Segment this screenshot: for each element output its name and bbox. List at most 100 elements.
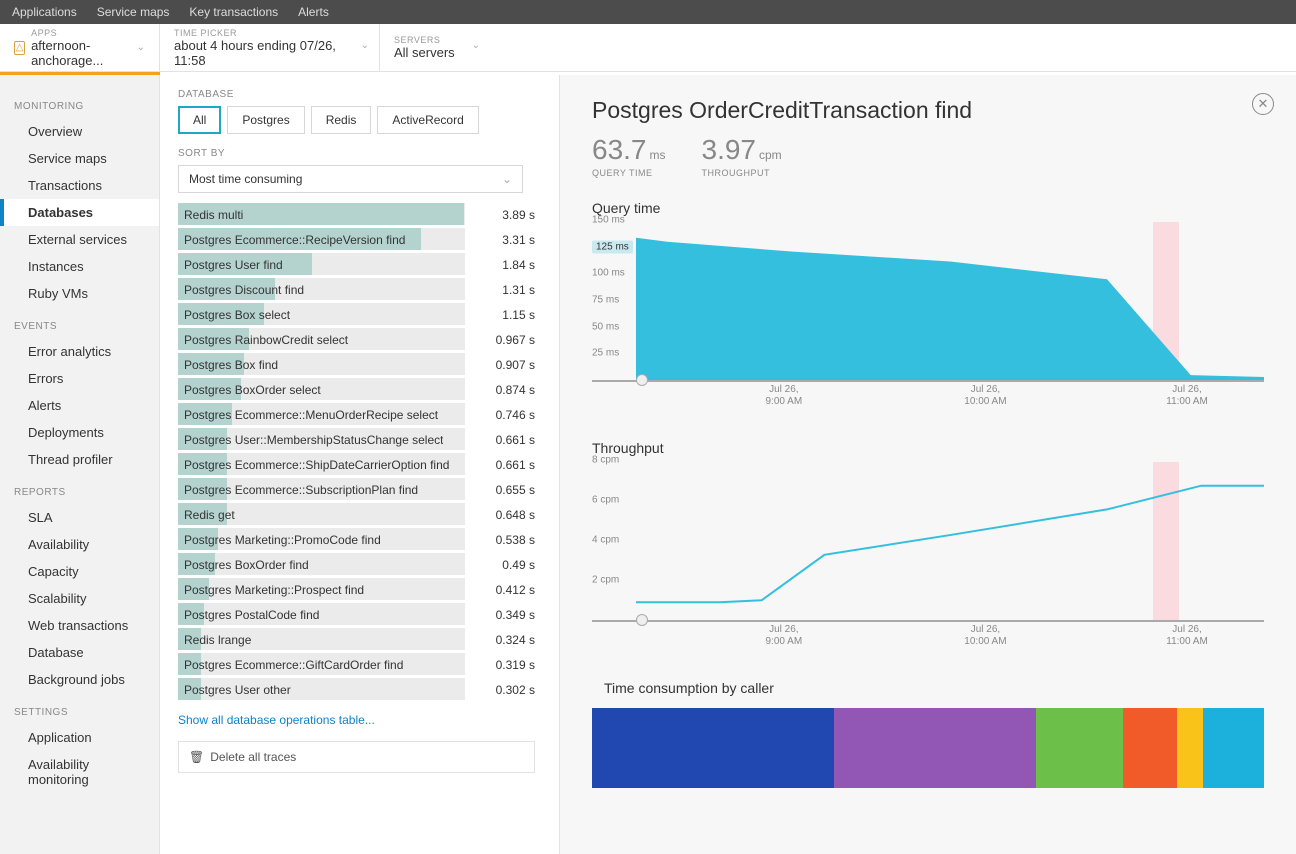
query-row[interactable]: Postgres Box select1.15 s <box>178 303 535 328</box>
side-item-web-transactions[interactable]: Web transactions <box>0 612 159 639</box>
side-group-reports: REPORTS <box>0 481 159 504</box>
ytick: 2 cpm <box>592 575 619 586</box>
throughput-value: 3.97 <box>702 134 757 165</box>
query-row[interactable]: Postgres Marketing::Prospect find0.412 s <box>178 578 535 603</box>
query-row[interactable]: Postgres Ecommerce::RecipeVersion find3.… <box>178 228 535 253</box>
apps-label: APPS <box>31 28 131 38</box>
side-item-database[interactable]: Database <box>0 639 159 666</box>
time-picker[interactable]: TIME PICKER about 4 hours ending 07/26, … <box>160 24 380 71</box>
topnav-applications[interactable]: Applications <box>12 5 77 19</box>
filter-all[interactable]: All <box>178 106 221 134</box>
query-row[interactable]: Redis multi3.89 s <box>178 203 535 228</box>
side-item-instances[interactable]: Instances <box>0 253 159 280</box>
query-name: Postgres BoxOrder select <box>184 378 321 403</box>
database-section-label: DATABASE <box>178 89 541 100</box>
caller-segment[interactable] <box>1036 708 1123 788</box>
xtick: Jul 26,11:00 AM <box>1166 624 1208 648</box>
filter-redis[interactable]: Redis <box>311 106 372 134</box>
app-picker[interactable]: △ APPS afternoon-anchorage... ⌄ <box>0 24 160 71</box>
query-time-metric: 63.7ms QUERY TIME <box>592 134 666 178</box>
query-time: 0.661 s <box>470 453 535 478</box>
query-row[interactable]: Postgres BoxOrder find0.49 s <box>178 553 535 578</box>
side-item-transactions[interactable]: Transactions <box>0 172 159 199</box>
query-name: Postgres Marketing::PromoCode find <box>184 528 381 553</box>
filter-activerecord[interactable]: ActiveRecord <box>377 106 478 134</box>
close-button[interactable]: ✕ <box>1252 93 1274 115</box>
filter-postgres[interactable]: Postgres <box>227 106 304 134</box>
query-time: 1.84 s <box>470 253 535 278</box>
sortby-select[interactable]: Most time consuming ⌄ <box>178 165 523 193</box>
query-time: 0.655 s <box>470 478 535 503</box>
caller-segment[interactable] <box>834 708 1036 788</box>
side-item-ruby-vms[interactable]: Ruby VMs <box>0 280 159 307</box>
side-item-application[interactable]: Application <box>0 724 159 751</box>
topnav-service-maps[interactable]: Service maps <box>97 5 170 19</box>
query-time: 0.967 s <box>470 328 535 353</box>
side-item-capacity[interactable]: Capacity <box>0 558 159 585</box>
side-item-error-analytics[interactable]: Error analytics <box>0 338 159 365</box>
query-row[interactable]: Postgres User::MembershipStatusChange se… <box>178 428 535 453</box>
chart-throughput: 8 cpm6 cpm4 cpm2 cpm Jul 26,9:00 AMJul 2… <box>592 462 1264 650</box>
ytick: 25 ms <box>592 348 619 359</box>
query-row[interactable]: Postgres PostalCode find0.349 s <box>178 603 535 628</box>
query-row[interactable]: Postgres Ecommerce::ShipDateCarrierOptio… <box>178 453 535 478</box>
servers-value: All servers <box>394 45 476 60</box>
caller-segment[interactable] <box>1203 708 1263 788</box>
ytick: 125 ms <box>592 240 633 253</box>
query-time: 0.538 s <box>470 528 535 553</box>
throughput-caption: THROUGHPUT <box>702 168 782 178</box>
query-row[interactable]: Postgres BoxOrder select 0.874 s <box>178 378 535 403</box>
query-row[interactable]: Postgres User other0.302 s <box>178 678 535 703</box>
side-item-background-jobs[interactable]: Background jobs <box>0 666 159 693</box>
query-name: Postgres RainbowCredit select <box>184 328 348 353</box>
side-item-overview[interactable]: Overview <box>0 118 159 145</box>
query-row[interactable]: Postgres Discount find1.31 s <box>178 278 535 303</box>
side-item-external-services[interactable]: External services <box>0 226 159 253</box>
time-label: TIME PICKER <box>174 28 365 38</box>
query-name: Redis get <box>184 503 235 528</box>
query-time-caption: QUERY TIME <box>592 168 666 178</box>
chart-query-time-title: Query time <box>592 200 1264 216</box>
query-row[interactable]: Postgres Box find0.907 s <box>178 353 535 378</box>
side-item-scalability[interactable]: Scalability <box>0 585 159 612</box>
query-row[interactable]: Postgres Marketing::PromoCode find 0.538 … <box>178 528 535 553</box>
query-name: Postgres PostalCode find <box>184 603 319 628</box>
query-row[interactable]: Postgres Ecommerce::GiftCardOrder find0.… <box>178 653 535 678</box>
query-row[interactable]: Postgres Ecommerce::SubscriptionPlan fin… <box>178 478 535 503</box>
query-row[interactable]: Redis get0.648 s <box>178 503 535 528</box>
query-row[interactable]: Postgres User find 1.84 s <box>178 253 535 278</box>
side-item-databases[interactable]: Databases <box>0 199 159 226</box>
side-item-deployments[interactable]: Deployments <box>0 419 159 446</box>
side-item-thread-profiler[interactable]: Thread profiler <box>0 446 159 473</box>
side-item-sla[interactable]: SLA <box>0 504 159 531</box>
xtick: Jul 26,9:00 AM <box>765 384 802 408</box>
ytick: 50 ms <box>592 321 619 332</box>
delete-traces-button[interactable]: 🗑 Delete all traces <box>178 741 535 773</box>
side-item-alerts[interactable]: Alerts <box>0 392 159 419</box>
query-time: 0.661 s <box>470 428 535 453</box>
query-name: Redis multi <box>184 203 243 228</box>
query-time: 0.412 s <box>470 578 535 603</box>
query-row[interactable]: Postgres RainbowCredit select 0.967 s <box>178 328 535 353</box>
query-row[interactable]: Postgres Ecommerce::MenuOrderRecipe sele… <box>178 403 535 428</box>
caller-segment[interactable] <box>1123 708 1177 788</box>
chevron-down-icon: ⌄ <box>472 40 480 51</box>
side-item-availability-monitoring[interactable]: Availability monitoring <box>0 751 159 793</box>
side-item-service-maps[interactable]: Service maps <box>0 145 159 172</box>
query-time: 0.874 s <box>470 378 535 403</box>
side-item-errors[interactable]: Errors <box>0 365 159 392</box>
sortby-value: Most time consuming <box>189 172 302 186</box>
server-picker[interactable]: SERVERS All servers ⌄ <box>380 24 490 71</box>
xtick: Jul 26,10:00 AM <box>964 384 1006 408</box>
query-row[interactable]: Redis lrange0.324 s <box>178 628 535 653</box>
caller-segment[interactable] <box>1177 708 1204 788</box>
delete-traces-label: Delete all traces <box>210 750 296 764</box>
topnav-key-transactions[interactable]: Key transactions <box>189 5 278 19</box>
caller-segment[interactable] <box>592 708 834 788</box>
sidebar: MONITORINGOverviewService mapsTransactio… <box>0 75 160 854</box>
side-item-availability[interactable]: Availability <box>0 531 159 558</box>
query-name: Postgres User find <box>184 253 283 278</box>
topnav-alerts[interactable]: Alerts <box>298 5 329 19</box>
chevron-down-icon: ⌄ <box>137 42 145 53</box>
show-all-link[interactable]: Show all database operations table... <box>178 713 541 727</box>
